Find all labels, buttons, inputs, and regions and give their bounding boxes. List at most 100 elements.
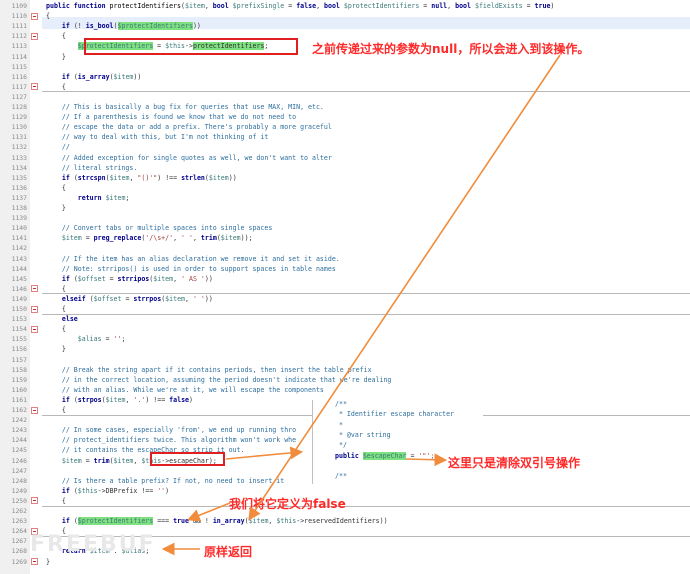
annotation-return-as-is: 原样返回 [204, 545, 253, 559]
code-line[interactable]: // Break the string apart if it contains… [46, 365, 372, 375]
line-number: 1115 [11, 62, 27, 71]
code-line[interactable]: // literal strings. [46, 163, 137, 173]
code-line[interactable]: // protect_identifiers twice. This algor… [46, 435, 296, 445]
line-number: 1158 [11, 365, 27, 374]
code-line[interactable]: elseif ($offset = strrpos($item, ' ')) [46, 294, 213, 304]
popup-line: * @var string [335, 430, 391, 439]
code-line[interactable]: public function protectIdentifiers($item… [46, 1, 554, 11]
code-line[interactable]: { [46, 82, 66, 92]
fold-separator [42, 505, 690, 507]
popup-line: /** [335, 400, 347, 408]
line-number: 1248 [11, 476, 27, 485]
declaration-popup: /** * Identifier escape character * * @v… [313, 396, 483, 486]
code-line[interactable]: if (is_array($item)) [46, 72, 141, 82]
fold-toggle-icon[interactable] [31, 32, 38, 40]
code-line[interactable]: // Note: strripos() is used in order to … [46, 264, 336, 274]
code-line[interactable]: // This is basically a bug fix for queri… [46, 102, 324, 112]
line-number: 1144 [11, 264, 27, 273]
line-number: 1127 [11, 92, 27, 101]
code-line[interactable]: if (! is_bool($protectIdentifiers)) [46, 21, 201, 31]
code-editor[interactable]: 1109 public function protectIdentifiers($… [0, 0, 690, 574]
line-number: 1140 [11, 224, 27, 233]
line-number: 1128 [11, 103, 27, 111]
line-number: 1132 [11, 143, 27, 152]
code-line[interactable]: // In some cases, especially 'from', we … [46, 425, 296, 435]
code-line[interactable]: // with an alias. While we're at it, we … [46, 385, 324, 395]
line-number: 1263 [11, 517, 27, 526]
code-line[interactable]: // [46, 142, 70, 152]
fold-separator [42, 91, 690, 93]
code-line[interactable]: if ($this->DBPrefix !== '') [46, 486, 169, 496]
popup-line: * [335, 420, 343, 429]
line-number: 1110 [11, 12, 27, 21]
highlight-box-escapechar [150, 452, 225, 466]
code-line[interactable]: { [46, 496, 66, 506]
fold-toggle-icon[interactable] [31, 325, 38, 333]
line-number: 1141 [11, 234, 27, 243]
line-number: 1109 [11, 2, 27, 10]
line-number: 1245 [11, 446, 27, 455]
line-number: 1262 [11, 507, 27, 515]
line-number: 1267 [11, 537, 27, 546]
code-line[interactable]: } [46, 52, 66, 62]
line-number: 1136 [11, 183, 27, 192]
code-line[interactable]: if ($offset = strripos($item, ' AS ')) [46, 274, 213, 284]
code-line[interactable]: $alias = ''; [46, 334, 126, 344]
code-line[interactable]: } [46, 557, 50, 567]
fold-toggle-icon[interactable] [31, 305, 38, 313]
line-number: 1264 [11, 527, 27, 536]
popup-line: */ [335, 441, 347, 450]
line-number: 1154 [11, 325, 27, 334]
code-line[interactable]: { [46, 31, 66, 41]
code-line[interactable]: { [46, 183, 66, 193]
line-number: 1149 [11, 294, 27, 303]
line-number: 1131 [11, 133, 27, 142]
code-line[interactable]: if (strcspn($item, "()'") !== strlen($it… [46, 173, 237, 183]
code-line[interactable]: // in the correct location, assuming the… [46, 375, 392, 385]
line-number: 1153 [11, 315, 27, 324]
line-number: 1138 [11, 204, 27, 212]
code-line[interactable]: // Is there a table prefix? If not, no n… [46, 476, 284, 486]
code-line[interactable]: { [46, 11, 50, 21]
fold-toggle-icon[interactable] [31, 12, 38, 20]
highlight-box-assignment [84, 38, 298, 55]
code-line[interactable]: { [46, 304, 66, 314]
line-number: 1160 [11, 385, 27, 394]
code-line[interactable]: { [46, 405, 66, 415]
code-line[interactable]: // Added exception for single quotes as … [46, 153, 332, 163]
line-number: 1269 [11, 557, 27, 566]
fold-toggle-icon[interactable] [31, 83, 38, 91]
annotation-null-param: 之前传递过来的参数为null，所以会进入到该操作。 [312, 42, 590, 56]
code-line[interactable]: else [46, 314, 78, 324]
watermark: FREEBUF [30, 532, 156, 557]
fold-toggle-icon[interactable] [31, 497, 38, 505]
code-line[interactable]: { [46, 284, 66, 294]
code-line[interactable]: // Convert tabs or multiple spaces into … [46, 223, 272, 233]
code-line[interactable]: if ($protectIdentifiers === true && ! in… [46, 516, 388, 526]
fold-toggle-icon[interactable] [31, 406, 38, 414]
line-number: 1157 [11, 355, 27, 364]
code-line[interactable]: if (strpos($item, '.') !== false) [46, 395, 193, 405]
code-line[interactable]: // escape the data or add a prefix. Ther… [46, 122, 332, 132]
line-number: 1111 [11, 22, 27, 31]
code-line[interactable]: // If a parenthesis is found we know tha… [46, 112, 296, 122]
line-number: 1249 [11, 486, 27, 495]
line-number: 1130 [11, 123, 27, 132]
annotation-set-false: 我们将它定义为false [229, 497, 346, 511]
fold-toggle-icon[interactable] [31, 558, 38, 565]
line-number: 1146 [11, 284, 27, 293]
line-number: 1156 [11, 345, 27, 354]
code-line[interactable]: // way to deal with this, but I'm not th… [46, 132, 268, 142]
line-number: 1247 [11, 466, 27, 475]
line-number: 1117 [11, 82, 27, 91]
line-number: 1143 [11, 254, 27, 263]
code-line[interactable]: } [46, 344, 66, 354]
code-line[interactable]: // If the item has an alias declaration … [46, 254, 340, 264]
code-line[interactable]: { [46, 324, 66, 334]
code-line[interactable]: $item = preg_replace('/\s+/', ' ', trim(… [46, 233, 253, 243]
code-line[interactable]: } [46, 203, 66, 213]
line-number: 1244 [11, 436, 27, 445]
code-line[interactable]: return $item; [46, 193, 130, 203]
fold-toggle-icon[interactable] [31, 285, 38, 293]
line-number: 1155 [11, 335, 27, 344]
